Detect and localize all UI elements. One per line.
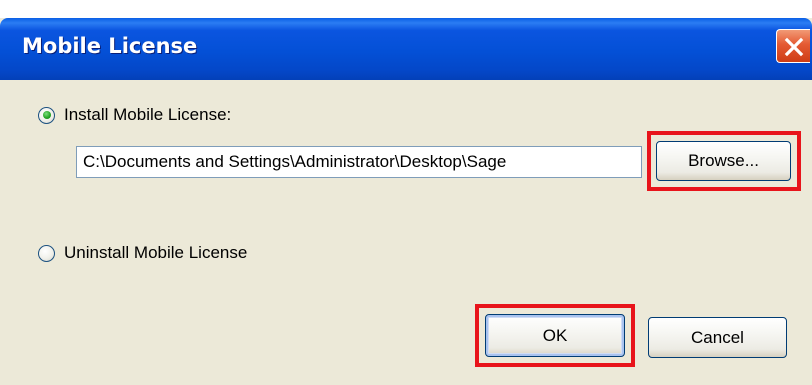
cancel-button[interactable]: Cancel	[648, 317, 787, 358]
install-radio-button[interactable]	[38, 106, 55, 124]
ok-button[interactable]: OK	[485, 314, 625, 357]
close-icon	[784, 37, 804, 57]
mobile-license-dialog: Mobile License Install Mobile License: B…	[0, 18, 812, 385]
install-license-option[interactable]: Install Mobile License:	[38, 105, 231, 125]
license-path-input[interactable]	[76, 146, 642, 178]
uninstall-license-option[interactable]: Uninstall Mobile License	[38, 243, 247, 263]
close-button[interactable]	[776, 29, 810, 63]
install-radio-label: Install Mobile License:	[64, 105, 232, 124]
uninstall-radio-label: Uninstall Mobile License	[64, 243, 248, 262]
uninstall-radio-button[interactable]	[38, 244, 55, 262]
dialog-title: Mobile License	[22, 34, 198, 58]
title-bar: Mobile License	[0, 18, 812, 80]
browse-button[interactable]: Browse...	[656, 141, 791, 181]
